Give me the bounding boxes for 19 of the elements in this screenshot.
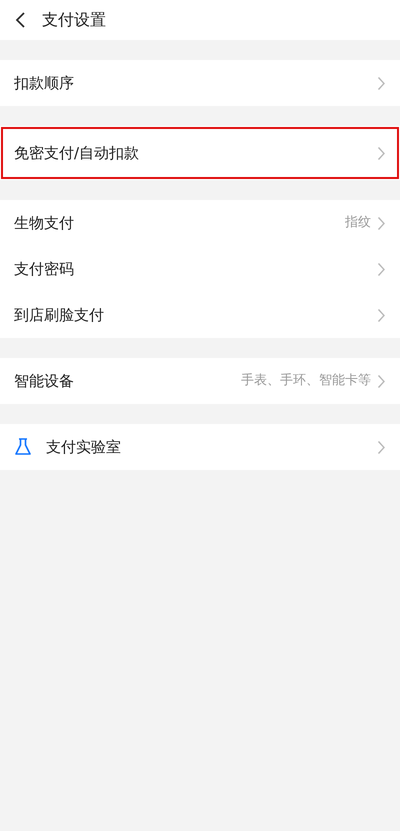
chevron-icon (377, 76, 386, 90)
settings-item[interactable]: 智能设备 手表、手环、智能卡等 (0, 358, 400, 404)
chevron-icon (377, 216, 386, 230)
chevron-icon (377, 308, 386, 322)
settings-item[interactable]: 扣款顺序 (0, 60, 400, 106)
chevron-icon (377, 440, 386, 454)
settings-item[interactable]: 到店刷脸支付 (0, 292, 400, 338)
item-value: 手表、手环、智能卡等 (241, 372, 371, 390)
settings-item[interactable]: 生物支付 指纹 (0, 200, 400, 246)
chevron-icon (377, 146, 386, 160)
flask-icon (14, 438, 32, 456)
chevron-icon (377, 374, 386, 388)
chevron-icon (377, 262, 386, 276)
settings-item[interactable]: 免密支付/自动扣款 (0, 126, 400, 180)
page-title: 支付设置 (42, 9, 106, 31)
settings-item[interactable]: 支付实验室 (0, 424, 400, 470)
settings-item[interactable]: 支付密码 (0, 246, 400, 292)
back-icon[interactable] (14, 11, 26, 29)
item-value: 指纹 (345, 214, 371, 232)
